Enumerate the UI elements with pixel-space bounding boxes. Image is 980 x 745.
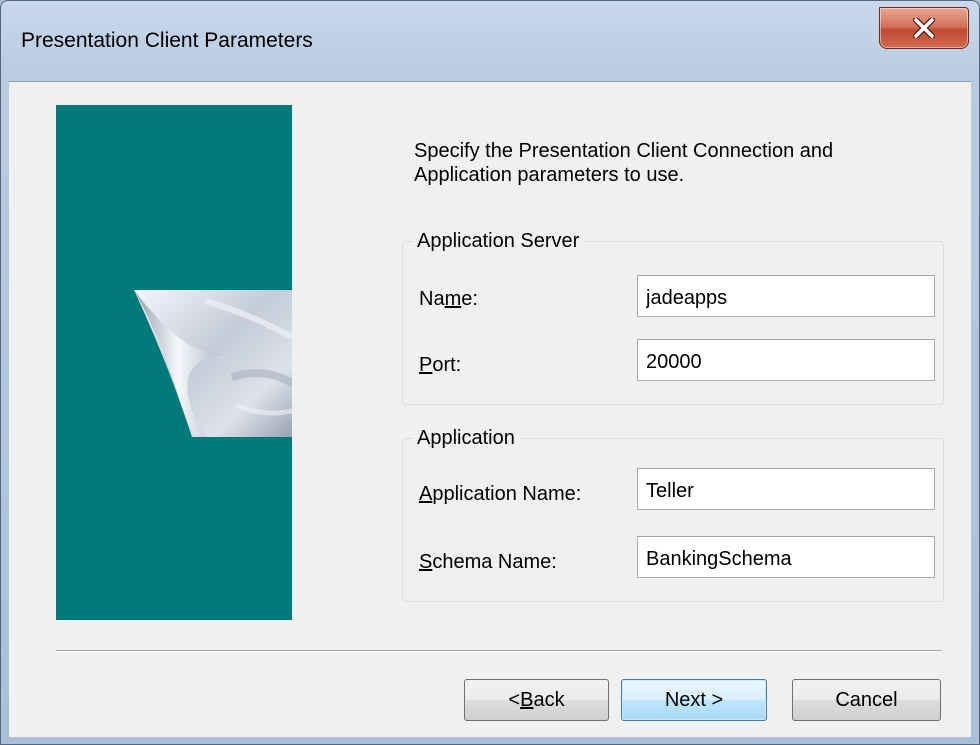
button-separator	[56, 650, 942, 652]
curled-page-art	[134, 290, 292, 437]
name-label: Name:	[419, 288, 478, 310]
schema-name-input[interactable]	[637, 536, 935, 578]
back-button[interactable]: < Back	[464, 679, 609, 721]
port-input[interactable]	[637, 339, 935, 381]
application-server-legend: Application Server	[413, 228, 586, 254]
port-label: Port:	[419, 354, 462, 376]
next-button[interactable]: Next >	[621, 679, 767, 721]
application-legend: Application	[413, 425, 521, 451]
schema-name-label: Schema Name:	[419, 551, 557, 573]
cancel-button[interactable]: Cancel	[792, 679, 941, 721]
application-name-label: Application Name:	[419, 483, 582, 505]
close-button[interactable]	[879, 7, 969, 49]
wizard-banner-image	[56, 105, 292, 620]
application-name-input[interactable]	[637, 468, 935, 510]
server-name-input[interactable]	[637, 275, 935, 317]
instructions-text: Specify the Presentation Client Connecti…	[414, 140, 834, 186]
dialog-client-area: Specify the Presentation Client Connecti…	[9, 81, 971, 737]
window-title: Presentation Client Parameters	[21, 29, 313, 52]
close-icon	[913, 18, 935, 38]
title-bar[interactable]: Presentation Client Parameters	[1, 1, 979, 81]
dialog-window: Presentation Client Parameters Specify t…	[0, 0, 980, 745]
